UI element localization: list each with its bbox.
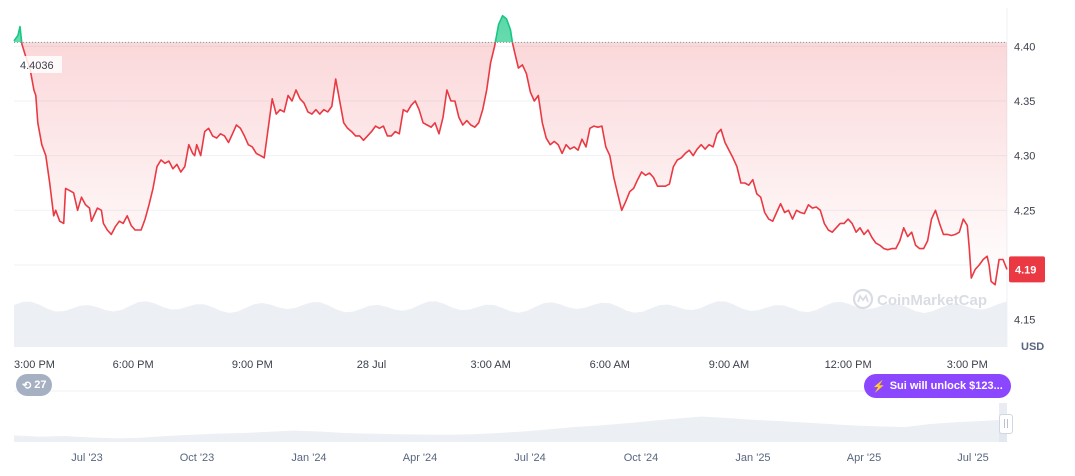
navigator-tick-label: Oct '23: [180, 452, 215, 464]
history-count: 27: [34, 379, 47, 391]
volume-area: [14, 301, 1007, 347]
history-icon: ⟲: [22, 379, 32, 392]
price-area: [14, 15, 1007, 285]
navigator-tick-label: Jul '24: [514, 452, 545, 464]
x-tick-label: 9:00 AM: [709, 359, 749, 371]
navigator-tick-label: Apr '25: [847, 452, 882, 464]
start-value-label: 4.4036: [20, 60, 54, 72]
current-price-badge: 4.19: [1009, 256, 1045, 283]
current-price-label: 4.19: [1015, 264, 1036, 276]
navigator-tick-label: Jul '23: [71, 452, 102, 464]
x-tick-label: 28 Jul: [357, 359, 386, 371]
navigator-handle[interactable]: ||: [999, 414, 1013, 434]
navigator-tick-label: Apr '24: [403, 452, 438, 464]
y-tick-label: 4.15: [1014, 315, 1035, 327]
y-axis: 4.40 4.35 4.30 4.25 4.15: [1014, 41, 1035, 326]
navigator-axis: Jul '23 Oct '23 Jan '24 Apr '24 Jul '24 Oct '…: [71, 452, 988, 464]
range-navigator[interactable]: [14, 403, 1007, 442]
token-unlock-button[interactable]: ⚡ Sui will unlock $123...: [864, 374, 1011, 398]
y-tick-label: 4.25: [1014, 205, 1035, 217]
below-reference-area: [21, 42, 1007, 285]
y-tick-label: 4.40: [1014, 41, 1035, 53]
price-chart[interactable]: 4.4036 4.40 4.35 4.30 4.25 4.15 3:00 PM 6:00 …: [0, 0, 1075, 476]
history-button[interactable]: ⟲ 27: [16, 374, 53, 396]
coinmarketcap-logo-icon: [852, 288, 874, 310]
x-tick-label: 3:00 PM: [14, 359, 55, 371]
volume-bars: [14, 301, 1007, 347]
token-unlock-label: Sui will unlock $123...: [889, 380, 1003, 392]
currency-label: USD: [1021, 341, 1044, 353]
x-tick-label: 3:00 AM: [470, 359, 510, 371]
x-tick-label: 6:00 AM: [590, 359, 630, 371]
x-tick-label: 9:00 PM: [232, 359, 273, 371]
watermark: CoinMarketCap: [852, 288, 987, 310]
x-axis: 3:00 PM 6:00 PM 9:00 PM 28 Jul 3:00 AM 6:00 A…: [14, 359, 988, 371]
lightning-icon: ⚡: [872, 380, 886, 393]
x-tick-label: 12:00 PM: [825, 359, 872, 371]
y-tick-label: 4.35: [1014, 96, 1035, 108]
x-tick-label: 6:00 PM: [113, 359, 154, 371]
navigator-tick-label: Jan '25: [735, 452, 770, 464]
navigator-tick-label: Oct '24: [624, 452, 659, 464]
grip-icon: ||: [1002, 418, 1010, 429]
x-tick-label: 3:00 PM: [947, 359, 988, 371]
watermark-text: CoinMarketCap: [877, 292, 987, 309]
navigator-tick-label: Jul '25: [957, 452, 988, 464]
navigator-tick-label: Jan '24: [291, 452, 326, 464]
y-tick-label: 4.30: [1014, 151, 1035, 163]
